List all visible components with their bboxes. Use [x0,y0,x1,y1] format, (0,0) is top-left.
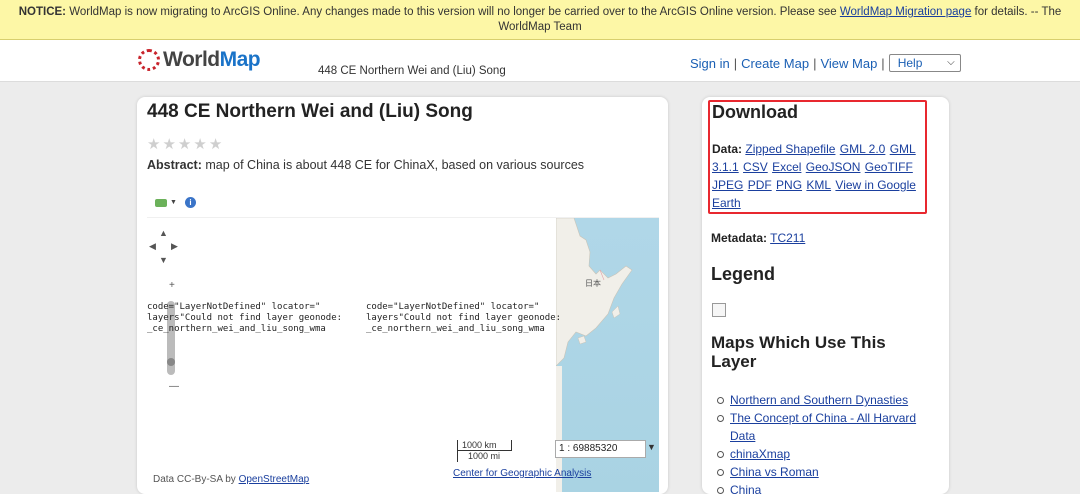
view-map-link[interactable]: View Map [820,56,877,71]
star-icon[interactable]: ★ [178,135,191,153]
metadata-row: Metadata: TC211 [711,231,805,245]
pan-down-icon[interactable]: ▼ [159,255,168,265]
download-kml-link[interactable]: KML [806,178,831,192]
maps-using-layer-list: Northern and Southern Dynasties The Conc… [717,391,917,494]
map-attribution: Data CC-By-SA by OpenStreetMap [153,474,309,485]
download-zipped-shapefile-link[interactable]: Zipped Shapefile [745,142,835,156]
abstract: Abstract: map of China is about 448 CE f… [147,158,584,172]
map-viewer[interactable]: 日本 ▲ ◀ ▶ ▼ + — code="LayerNotDefined" lo… [147,217,659,492]
pan-up-icon[interactable]: ▲ [159,228,168,238]
notice-label: NOTICE: [18,6,66,18]
zoom-slider-handle[interactable] [167,358,175,366]
tc211-metadata-link[interactable]: TC211 [770,231,805,245]
layer-detail-panel: 448 CE Northern Wei and (Liu) Song ★ ★ ★… [137,97,668,494]
scale-line: 1000 km 1000 mi [457,440,512,462]
header-layer-title: 448 CE Northern Wei and (Liu) Song [318,65,506,77]
notice-text: WorldMap is now migrating to ArcGIS Onli… [69,6,837,18]
chevron-down-icon[interactable]: ▼ [647,442,656,452]
download-geotiff-link[interactable]: GeoTIFF [865,160,913,174]
list-item: Northern and Southern Dynasties [717,391,917,409]
map-link[interactable]: The Concept of China - All Harvard Data [730,411,916,443]
download-section: Download Data: Zipped Shapefile GML 2.0 … [708,100,927,214]
abstract-label: Abstract: [147,158,202,172]
broken-legend-image-icon [712,303,726,317]
scale-mi-label: 1000 mi [457,451,512,462]
help-select-value: Help [897,56,923,70]
worldmap-logo-icon [138,49,160,71]
download-title: Download [712,102,798,122]
pan-right-icon[interactable]: ▶ [171,241,178,252]
map-link[interactable]: chinaXmap [730,447,790,461]
download-csv-link[interactable]: CSV [743,160,768,174]
list-item: China [717,481,917,494]
chevron-down-icon: ⌵ [947,57,955,68]
star-icon[interactable]: ★ [162,135,175,153]
map-link[interactable]: Northern and Southern Dynasties [730,393,908,407]
migration-notice-banner: NOTICE: WorldMap is now migrating to Arc… [0,0,1080,40]
download-excel-link[interactable]: Excel [772,160,801,174]
create-map-link[interactable]: Create Map [741,56,809,71]
help-select[interactable]: Help ⌵ [888,54,961,72]
download-gml2-link[interactable]: GML 2.0 [840,142,886,156]
scale-km-label: 1000 km [457,440,512,451]
download-pdf-link[interactable]: PDF [748,178,772,192]
star-icon[interactable]: ★ [147,135,160,153]
metadata-label: Metadata: [711,231,768,245]
site-header: WorldMap 448 CE Northern Wei and (Liu) S… [0,40,1080,82]
caret-down-icon[interactable]: ▼ [170,199,177,206]
legend-title: Legend [711,264,776,284]
openstreetmap-link[interactable]: OpenStreetMap [239,474,310,485]
worldmap-logo[interactable]: WorldMap [138,48,261,72]
download-jpeg-link[interactable]: JPEG [712,178,743,192]
migration-page-link[interactable]: WorldMap Migration page [840,6,971,18]
layer-title: 448 CE Northern Wei and (Liu) Song [147,101,473,122]
star-rating[interactable]: ★ ★ ★ ★ ★ [147,135,222,153]
zoom-out-icon[interactable]: — [169,381,179,392]
maps-using-layer-title: Maps Which Use This Layer [711,333,886,371]
list-item: chinaXmap [717,445,917,463]
layer-error-text: code="LayerNotDefined" locator=" layers"… [147,302,343,334]
map-link[interactable]: China [730,483,761,494]
scale-ratio-select[interactable]: 1 : 69885320 [555,440,646,458]
data-label: Data: [712,142,743,156]
attribution-prefix: Data CC-By-SA by [153,474,236,485]
info-icon[interactable]: i [184,197,196,208]
zoom-in-icon[interactable]: + [169,280,175,291]
download-links: Data: Zipped Shapefile GML 2.0 GML 3.1.1… [712,140,924,212]
cga-credit-link[interactable]: Center for Geographic Analysis [453,468,591,479]
list-item: The Concept of China - All Harvard Data [717,409,917,445]
star-icon[interactable]: ★ [193,135,206,153]
sidebar-panel: Download Data: Zipped Shapefile GML 2.0 … [702,97,949,494]
abstract-text: map of China is about 448 CE for ChinaX,… [205,158,585,172]
map-place-label: 日本 [585,279,601,288]
pan-left-icon[interactable]: ◀ [149,241,156,252]
sign-in-link[interactable]: Sign in [690,56,730,71]
map-toolbar: ▼ i [155,197,196,208]
layer-error-text: code="LayerNotDefined" locator=" layers"… [366,302,562,334]
download-geojson-link[interactable]: GeoJSON [806,160,861,174]
header-nav: Sign in | Create Map | View Map | Help ⌵ [690,54,961,72]
map-link[interactable]: China vs Roman [730,465,819,479]
logo-word: World [163,48,220,71]
download-png-link[interactable]: PNG [776,178,802,192]
list-item: China vs Roman [717,463,917,481]
layers-icon[interactable] [155,198,167,207]
star-icon[interactable]: ★ [209,135,222,153]
logo-map: Map [219,48,261,71]
